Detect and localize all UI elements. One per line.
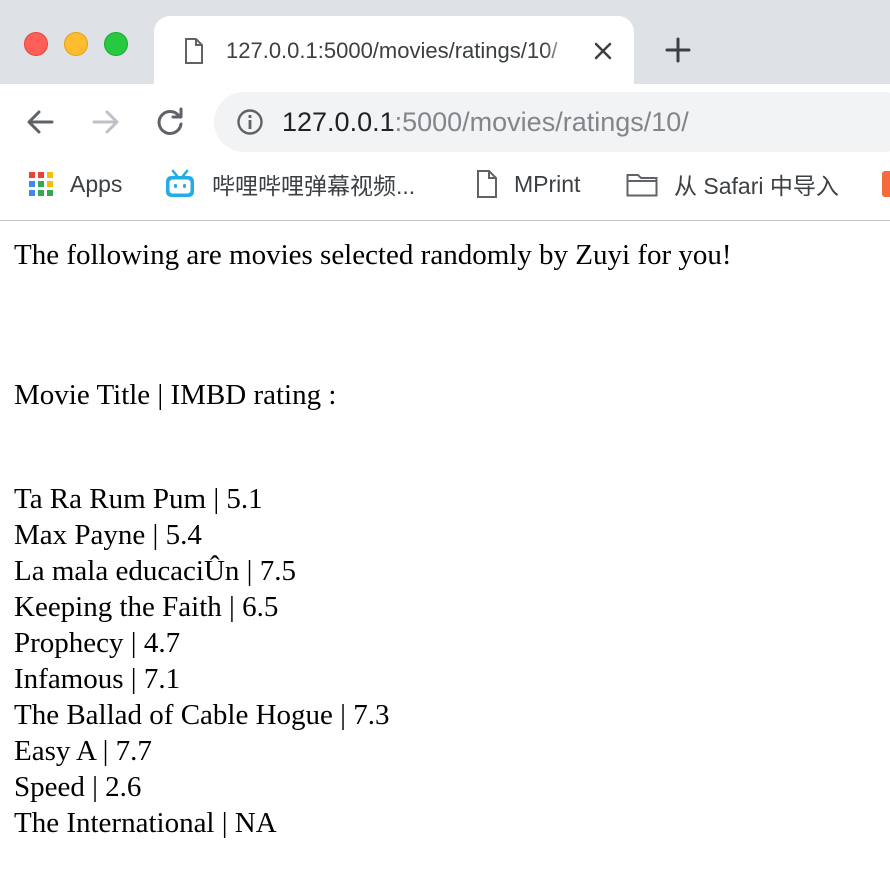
list-header: Movie Title | IMBD rating : [14, 379, 337, 411]
url-host: 127.0.0.1 [282, 107, 395, 137]
tab-title: 127.0.0.1:5000/movies/ratings/10/ [226, 38, 558, 63]
bookmark-bilibili[interactable]: 哔哩哔哩弹幕视频... [164, 168, 415, 200]
tab-active[interactable]: 127.0.0.1:5000/movies/ratings/10/ [154, 16, 634, 84]
new-tab-icon[interactable] [664, 36, 692, 64]
close-tab-icon[interactable] [590, 38, 616, 64]
apps-grid-icon [29, 172, 53, 196]
list-item: The International | NA [14, 807, 277, 839]
bookmark-label: MPrint [514, 170, 581, 197]
bookmark-label: Apps [70, 170, 123, 197]
url-path: :5000/movies/ratings/10/ [394, 107, 689, 137]
list-item: Easy A | 7.7 [14, 735, 152, 767]
browser-toolbar: 127.0.0.1:5000/movies/ratings/10/ [0, 84, 890, 160]
bookmark-label: 从 Safari 中导入 [674, 173, 839, 199]
bilibili-icon [166, 169, 194, 197]
list-item: Max Payne | 5.4 [14, 519, 202, 551]
list-item: Speed | 2.6 [14, 771, 142, 803]
page-content: The following are movies selected random… [0, 221, 890, 892]
list-item: Infamous | 7.1 [14, 663, 181, 695]
forward-arrow-icon[interactable] [88, 104, 124, 140]
list-item: The Ballad of Cable Hogue | 7.3 [14, 699, 390, 731]
page-icon [477, 170, 497, 198]
folder-icon [626, 174, 658, 197]
bookmarks-bar: Apps 哔哩哔哩弹幕视频... MPrint 从 Safari 中导入 [0, 160, 890, 221]
bookmark-label: 哔哩哔哩弹幕视频... [212, 173, 416, 199]
list-item: La mala educaciÛn | 7.5 [14, 555, 296, 587]
intro-text: The following are movies selected random… [14, 239, 732, 271]
zoom-window-button[interactable] [104, 32, 128, 56]
bookmark-apps[interactable]: Apps [28, 168, 122, 200]
bookmark-favicon-icon [882, 171, 890, 197]
bookmark-folder-safari[interactable]: 从 Safari 中导入 [626, 168, 839, 200]
reload-icon[interactable] [152, 104, 188, 140]
list-item: Keeping the Faith | 6.5 [14, 591, 279, 623]
bookmark-mprint[interactable]: MPrint [476, 168, 580, 200]
movie-list: Ta Ra Rum Pum | 5.1 Max Payne | 5.4 La m… [14, 481, 389, 841]
address-bar[interactable]: 127.0.0.1:5000/movies/ratings/10/ [214, 92, 890, 152]
minimize-window-button[interactable] [64, 32, 88, 56]
bookmark-overflow[interactable] [880, 168, 890, 200]
tab-strip: 127.0.0.1:5000/movies/ratings/10/ [0, 0, 890, 84]
close-window-button[interactable] [24, 32, 48, 56]
list-item: Ta Ra Rum Pum | 5.1 [14, 483, 263, 515]
page-icon [185, 38, 203, 64]
back-arrow-icon[interactable] [22, 104, 58, 140]
site-info-icon[interactable] [236, 108, 264, 136]
list-item: Prophecy | 4.7 [14, 627, 181, 659]
tab-title-fade [544, 34, 574, 68]
url-text[interactable]: 127.0.0.1:5000/movies/ratings/10/ [282, 104, 689, 140]
